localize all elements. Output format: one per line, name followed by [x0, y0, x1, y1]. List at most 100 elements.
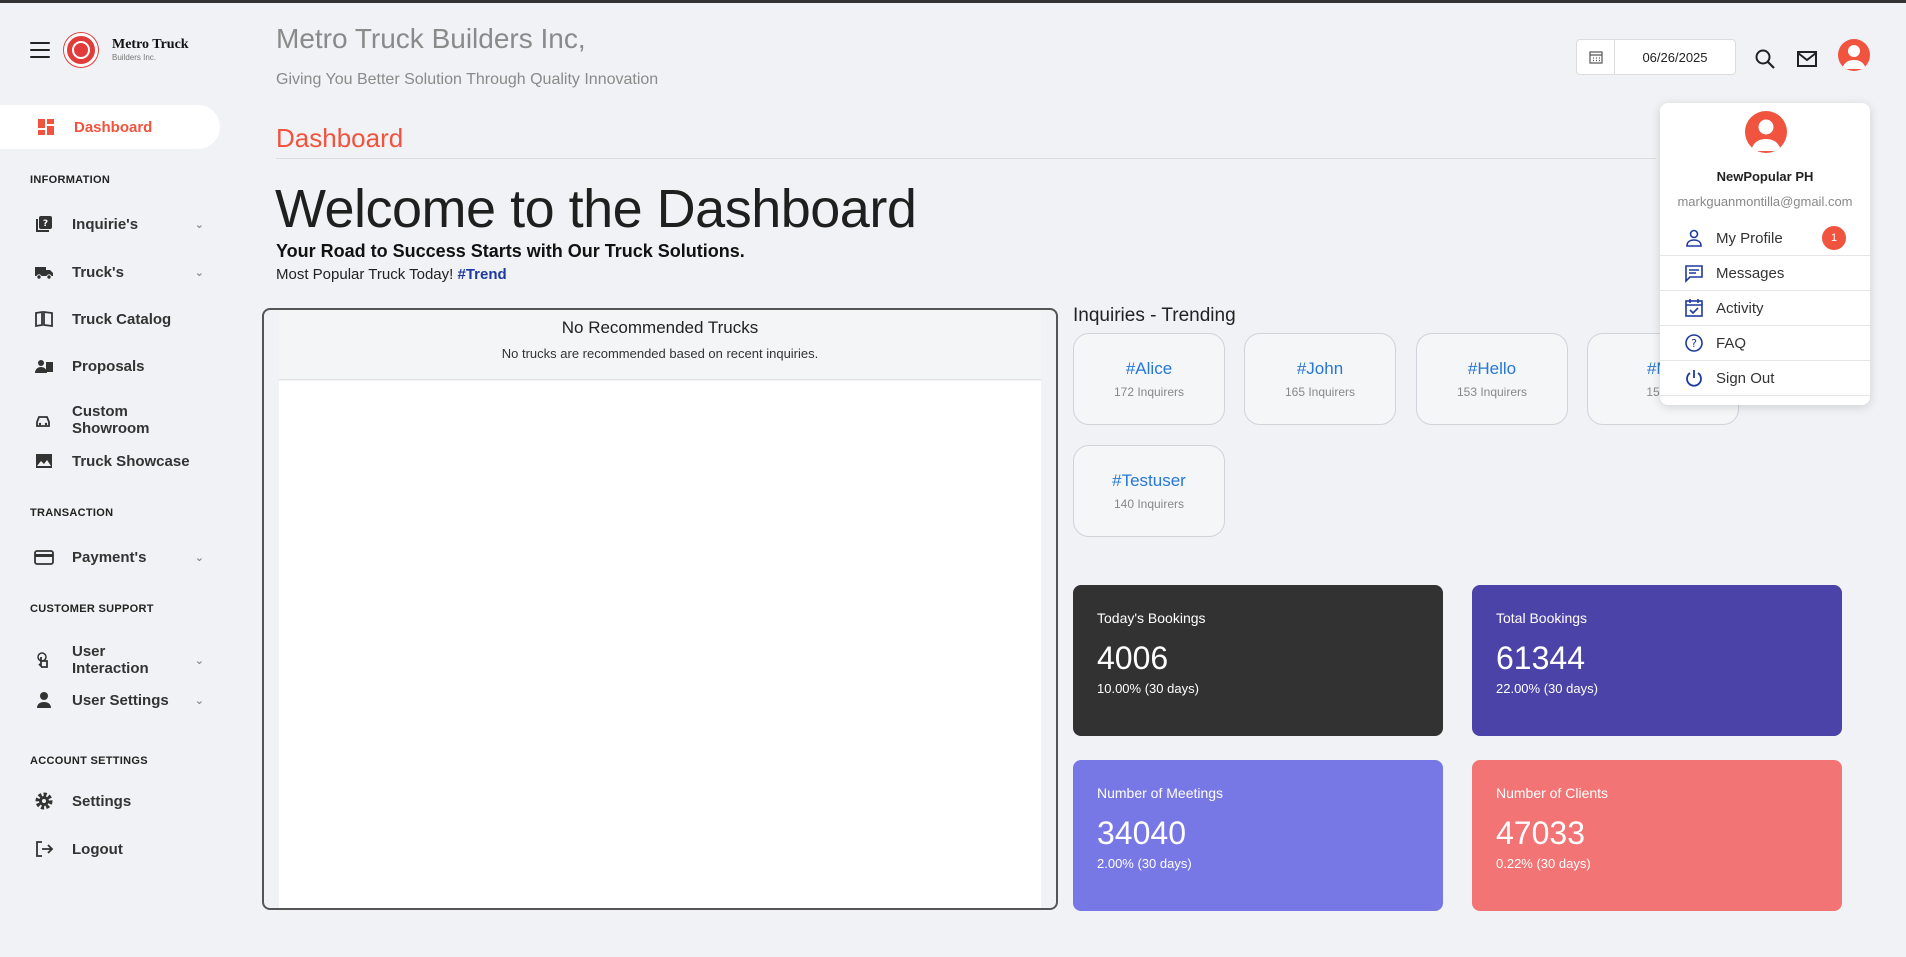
section-transaction: TRANSACTION	[30, 507, 114, 519]
sidebar-item-payments[interactable]: Payment's ⌄	[34, 547, 204, 567]
sidebar-item-label: Proposals	[72, 357, 145, 375]
menu-item-messages[interactable]: Messages	[1660, 256, 1870, 291]
stat-change: 10.00% (30 days)	[1097, 681, 1199, 696]
person-icon	[34, 690, 54, 710]
menu-item-activity[interactable]: Activity	[1660, 291, 1870, 326]
sidebar-item-label: Truck Catalog	[72, 310, 172, 328]
mail-icon[interactable]	[1795, 47, 1819, 71]
menu-item-faq[interactable]: ? FAQ	[1660, 326, 1870, 361]
chevron-down-icon: ⌄	[194, 551, 204, 564]
menu-item-label: Sign Out	[1716, 369, 1775, 387]
profile-name: NewPopular PH	[1716, 169, 1814, 184]
tag-name: #Alice	[1125, 359, 1173, 378]
stat-label: Today's Bookings	[1097, 610, 1206, 626]
recommended-message: No trucks are recommended based on recen…	[501, 346, 819, 361]
recommended-title: No Recommended Trucks	[561, 318, 759, 337]
stat-change: 22.00% (30 days)	[1496, 681, 1598, 696]
sidebar-item-label: Settings	[72, 792, 132, 810]
sidebar-item-catalog[interactable]: Truck Catalog	[34, 309, 204, 329]
person-icon	[1684, 228, 1704, 248]
stat-value: 61344	[1496, 640, 1585, 676]
sidebar-item-showcase[interactable]: Truck Showcase	[34, 451, 204, 471]
sidebar-item-inquiries[interactable]: ? Inquirie's ⌄	[34, 214, 204, 234]
proposal-icon	[34, 356, 54, 376]
popular-truck-line: Most Popular Truck Today! #Trend	[276, 266, 507, 283]
sidebar-item-user-settings[interactable]: User Settings ⌄	[34, 690, 204, 710]
book-icon	[34, 309, 54, 329]
recommended-header: No Recommended Trucks No trucks are reco…	[279, 310, 1041, 380]
menu-item-label: FAQ	[1716, 334, 1747, 352]
sidebar-item-label: Truck's	[72, 263, 124, 281]
trend-link[interactable]: #Trend	[457, 266, 506, 283]
trending-tag-card[interactable]: #Alice 172 Inquirers	[1073, 333, 1225, 425]
trending-title: Inquiries - Trending	[1073, 305, 1236, 326]
sidebar-item-label: User Settings	[72, 691, 169, 709]
stat-change: 2.00% (30 days)	[1097, 856, 1192, 871]
truck-icon	[34, 262, 54, 282]
stat-change: 0.22% (30 days)	[1496, 856, 1591, 871]
svg-text:?: ?	[43, 219, 48, 229]
sidebar-item-label: Truck Showcase	[72, 452, 190, 470]
stat-card-total-bookings: Total Bookings 61344 22.00% (30 days)	[1472, 585, 1842, 736]
sidebar-item-logout[interactable]: Logout	[34, 839, 204, 859]
sidebar-item-label: Custom Showroom	[72, 403, 150, 437]
tag-count: 153 Inquirers	[1456, 385, 1528, 399]
sidebar-item-label: User Interaction	[72, 643, 149, 677]
svg-text:?: ?	[1691, 337, 1697, 350]
menu-icon[interactable]	[30, 42, 50, 58]
profile-email: markguanmontilla@gmail.com	[1677, 194, 1853, 209]
search-icon[interactable]	[1753, 47, 1777, 71]
image-icon	[34, 451, 54, 471]
logo-text: Metro Truck Builders Inc.	[112, 38, 189, 62]
sidebar-item-dashboard[interactable]: Dashboard	[0, 105, 220, 149]
menu-item-label: My Profile	[1716, 229, 1783, 247]
stat-value: 4006	[1097, 640, 1169, 676]
stat-card-clients: Number of Clients 47033 0.22% (30 days)	[1472, 760, 1842, 911]
sidebar-item-label: Dashboard	[74, 118, 153, 136]
section-account: ACCOUNT SETTINGS	[30, 755, 148, 767]
car-icon	[34, 410, 54, 430]
welcome-heading: Welcome to the Dashboard	[275, 179, 917, 239]
avatar[interactable]	[1838, 39, 1870, 71]
chat-icon	[1684, 263, 1704, 283]
company-name: Metro Truck Builders Inc,	[276, 23, 586, 54]
date-picker[interactable]: 06/26/2025	[1576, 39, 1736, 75]
sidebar-item-proposals[interactable]: Proposals	[34, 356, 204, 376]
recommended-body	[279, 381, 1041, 908]
sidebar-item-showroom[interactable]: Custom Showroom	[34, 403, 204, 437]
tag-name: #Hello	[1467, 359, 1517, 378]
page-title: Dashboard	[276, 123, 404, 153]
brand-name: Metro Truck	[112, 37, 189, 52]
menu-item-label: Activity	[1716, 299, 1764, 317]
logo-icon	[64, 33, 98, 67]
tag-name: #Testuser	[1112, 471, 1186, 490]
tag-count: 140 Inquirers	[1113, 497, 1185, 511]
brand-sub: Builders Inc.	[112, 53, 157, 62]
stat-value: 47033	[1496, 815, 1585, 851]
profile-dropdown: NewPopular PH markguanmontilla@gmail.com…	[1660, 103, 1870, 405]
stat-value: 34040	[1097, 815, 1186, 851]
chevron-down-icon: ⌄	[194, 266, 204, 279]
stat-label: Number of Clients	[1496, 785, 1609, 801]
power-icon	[1684, 368, 1704, 388]
sidebar-item-trucks[interactable]: Truck's ⌄	[34, 262, 204, 282]
trending-tag-card[interactable]: #Testuser 140 Inquirers	[1073, 445, 1225, 537]
menu-item-my-profile[interactable]: My Profile 1	[1660, 221, 1870, 256]
popular-prefix: Most Popular Truck Today!	[276, 266, 454, 283]
brand: Metro Truck Builders Inc.	[30, 33, 189, 67]
recommended-trucks-panel: No Recommended Trucks No trucks are reco…	[262, 308, 1058, 910]
avatar	[1745, 111, 1787, 153]
tagline: Giving You Better Solution Through Quali…	[276, 71, 659, 88]
gear-icon	[34, 791, 54, 811]
help-icon: ?	[1684, 333, 1704, 353]
credit-card-icon	[34, 547, 54, 567]
menu-item-sign-out[interactable]: Sign Out	[1660, 361, 1870, 396]
touch-icon	[34, 650, 54, 670]
chevron-down-icon: ⌄	[194, 694, 204, 707]
sidebar-item-label: Inquirie's	[72, 215, 139, 233]
trending-tag-card[interactable]: #John 165 Inquirers	[1244, 333, 1396, 425]
sidebar-item-settings[interactable]: Settings	[34, 791, 204, 811]
stat-label: Total Bookings	[1496, 610, 1588, 626]
sidebar-item-interaction[interactable]: User Interaction ⌄	[34, 643, 204, 677]
trending-tag-card[interactable]: #Hello 153 Inquirers	[1416, 333, 1568, 425]
